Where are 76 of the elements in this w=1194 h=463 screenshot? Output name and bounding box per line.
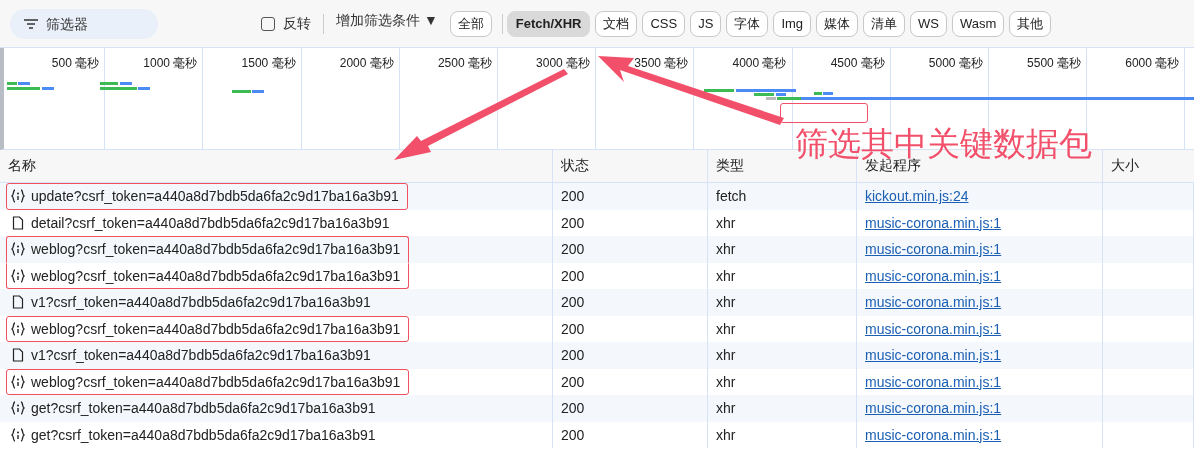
invert-label: 反转 bbox=[283, 14, 311, 33]
timeline-tick: 6000 毫秒 bbox=[1125, 55, 1180, 70]
timeline-tick: 4000 毫秒 bbox=[732, 55, 787, 70]
type-filter-chip[interactable]: 清单 bbox=[863, 10, 906, 37]
type-cell: xhr bbox=[716, 400, 736, 417]
type-cell: xhr bbox=[716, 241, 736, 258]
type-filter-chip[interactable]: CSS bbox=[642, 10, 686, 37]
add-filter-dropdown[interactable]: 增加筛选条件 ▼ bbox=[336, 11, 438, 30]
type-cell: fetch bbox=[716, 188, 747, 205]
initiator-link[interactable]: music-corona.min.js:1 bbox=[865, 294, 1002, 311]
timeline-tick: 3500 毫秒 bbox=[634, 55, 689, 70]
type-filter-chip[interactable]: Fetch/XHR bbox=[506, 10, 591, 37]
status-cell: 200 bbox=[561, 214, 585, 231]
type-cell: xhr bbox=[716, 294, 736, 311]
braces-icon bbox=[11, 321, 25, 336]
initiator-link[interactable]: music-corona.min.js:1 bbox=[865, 320, 1002, 337]
type-cell: xhr bbox=[716, 347, 736, 364]
status-cell: 200 bbox=[561, 400, 585, 417]
initiator-link[interactable]: music-corona.min.js:1 bbox=[865, 373, 1002, 390]
timeline-tick: 1000 毫秒 bbox=[143, 55, 198, 70]
braces-icon bbox=[11, 374, 25, 389]
initiator-link[interactable]: music-corona.min.js:1 bbox=[865, 426, 1002, 443]
request-name[interactable]: get?csrf_token=a440a8d7bdb5da6fa2c9d17ba16a3b91 bbox=[31, 426, 376, 443]
timeline-tick: 1500 毫秒 bbox=[241, 55, 296, 70]
type-cell: xhr bbox=[716, 373, 736, 390]
request-name[interactable]: v1?csrf_token=a440a8d7bdb5da6fa2c9d17ba16a3b91 bbox=[31, 294, 371, 311]
type-filter-chip[interactable]: 全部 bbox=[449, 10, 492, 37]
status-cell: 200 bbox=[561, 373, 585, 390]
braces-icon bbox=[11, 242, 25, 257]
braces-icon bbox=[11, 268, 25, 283]
type-cell: xhr bbox=[716, 320, 736, 337]
status-cell: 200 bbox=[561, 294, 585, 311]
timeline-tick: 500 毫秒 bbox=[51, 55, 100, 70]
timeline-tick: 2000 毫秒 bbox=[339, 55, 394, 70]
timeline-tick: 5500 毫秒 bbox=[1027, 55, 1082, 70]
timeline-tick: 3000 毫秒 bbox=[536, 55, 591, 70]
type-filter-chip[interactable]: JS bbox=[690, 10, 722, 37]
type-cell: xhr bbox=[716, 214, 736, 231]
type-filter-chip[interactable]: 文档 bbox=[595, 10, 638, 37]
status-cell: 200 bbox=[561, 188, 585, 205]
type-cell: xhr bbox=[716, 426, 736, 443]
invert-checkbox[interactable] bbox=[261, 16, 275, 31]
braces-icon bbox=[11, 189, 25, 204]
braces-icon bbox=[11, 427, 25, 442]
timeline-tick: 4500 毫秒 bbox=[830, 55, 885, 70]
initiator-link[interactable]: music-corona.min.js:1 bbox=[865, 267, 1002, 284]
type-filter-chip[interactable]: Wasm bbox=[952, 10, 1005, 37]
request-name[interactable]: detail?csrf_token=a440a8d7bdb5da6fa2c9d17ba16a3b91 bbox=[31, 214, 390, 231]
initiator-link[interactable]: music-corona.min.js:1 bbox=[865, 400, 1002, 417]
document-icon bbox=[11, 348, 25, 363]
status-cell: 200 bbox=[561, 320, 585, 337]
filter-field[interactable]: 筛选器 bbox=[10, 8, 158, 39]
type-filter-chip[interactable]: Img bbox=[773, 10, 812, 37]
type-filter-chip[interactable]: 字体 bbox=[726, 10, 769, 37]
type-filter-chip[interactable]: WS bbox=[910, 10, 947, 37]
request-name[interactable]: v1?csrf_token=a440a8d7bdb5da6fa2c9d17ba16a3b91 bbox=[31, 347, 371, 364]
status-cell: 200 bbox=[561, 267, 585, 284]
type-filter-chip[interactable]: 媒体 bbox=[816, 10, 859, 37]
initiator-link[interactable]: music-corona.min.js:1 bbox=[865, 214, 1002, 231]
column-header[interactable]: 状态 bbox=[553, 150, 708, 182]
initiator-link[interactable]: kickout.min.js:24 bbox=[865, 188, 969, 205]
braces-icon bbox=[11, 401, 25, 416]
initiator-link[interactable]: music-corona.min.js:1 bbox=[865, 347, 1002, 364]
status-cell: 200 bbox=[561, 426, 585, 443]
status-cell: 200 bbox=[561, 241, 585, 258]
request-name[interactable]: get?csrf_token=a440a8d7bdb5da6fa2c9d17ba16a3b91 bbox=[31, 400, 376, 417]
type-cell: xhr bbox=[716, 267, 736, 284]
filter-icon bbox=[24, 18, 38, 29]
initiator-link[interactable]: music-corona.min.js:1 bbox=[865, 241, 1002, 258]
column-header[interactable]: 大小 bbox=[1103, 150, 1194, 182]
type-filter-chip[interactable]: 其他 bbox=[1009, 10, 1052, 37]
status-cell: 200 bbox=[561, 347, 585, 364]
timeline-tick: 2500 毫秒 bbox=[437, 55, 492, 70]
document-icon bbox=[11, 215, 25, 230]
timeline-tick: 5000 毫秒 bbox=[928, 55, 983, 70]
document-icon bbox=[11, 295, 25, 310]
